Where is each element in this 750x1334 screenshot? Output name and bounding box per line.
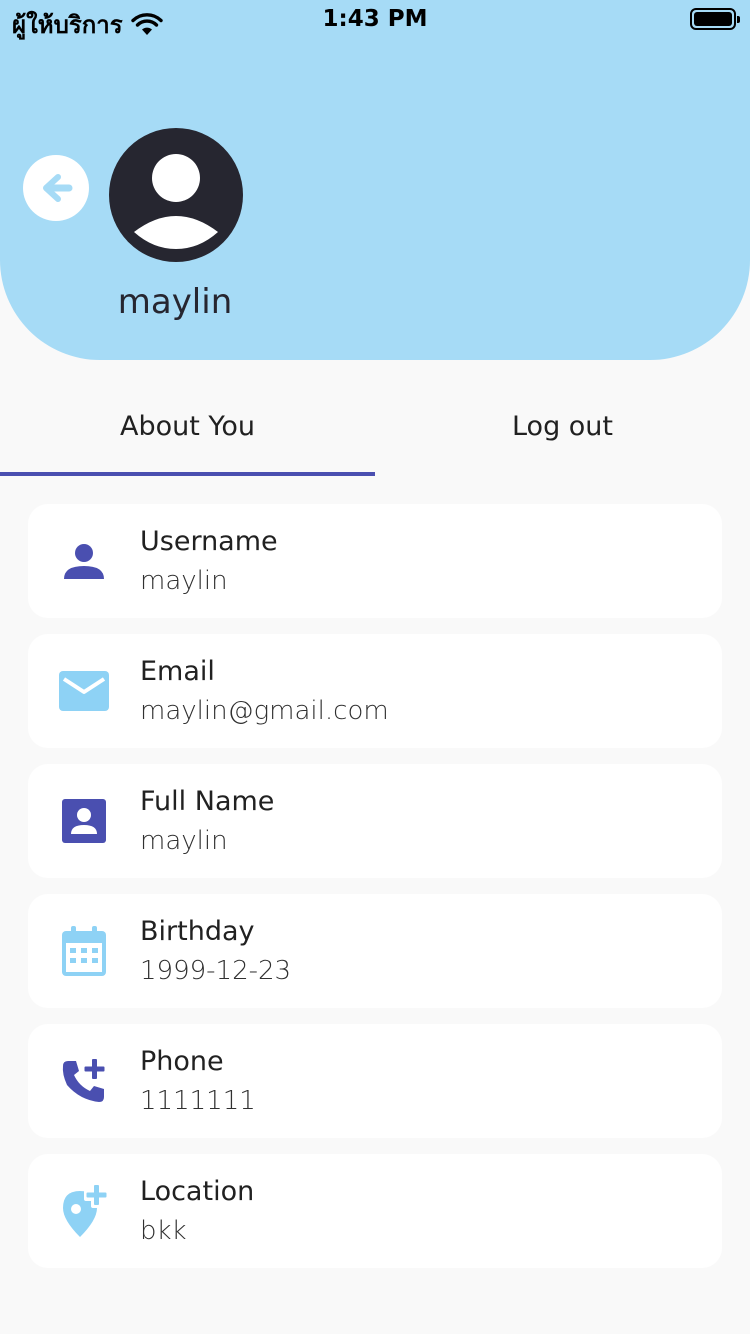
field-value: bkk bbox=[140, 1216, 187, 1246]
tab-bar: About You Log out bbox=[0, 380, 750, 476]
field-value: 1999-12-23 bbox=[140, 956, 292, 986]
card-icon-wrap bbox=[28, 764, 140, 878]
arrow-back-icon bbox=[43, 174, 73, 202]
battery-tip bbox=[737, 16, 740, 23]
card-icon-wrap bbox=[28, 504, 140, 618]
field-card-full-name: Full Name maylin bbox=[28, 764, 722, 878]
status-bar: ผู้ให้บริการ 1:43 PM bbox=[0, 0, 750, 40]
calendar-icon bbox=[62, 926, 106, 976]
active-tab-indicator bbox=[0, 472, 375, 476]
battery-fill bbox=[694, 12, 732, 26]
card-icon-wrap bbox=[28, 894, 140, 1008]
field-value: maylin@gmail.com bbox=[140, 696, 389, 726]
field-value: maylin bbox=[140, 566, 228, 596]
tab-log-out[interactable]: Log out bbox=[375, 380, 750, 476]
mail-icon bbox=[59, 671, 109, 711]
field-label: Birthday bbox=[140, 916, 255, 947]
field-value: maylin bbox=[140, 826, 228, 856]
battery-icon bbox=[690, 8, 740, 30]
profile-name: maylin bbox=[117, 282, 233, 322]
card-icon-wrap bbox=[28, 1024, 140, 1138]
field-card-phone: Phone 1111111 bbox=[28, 1024, 722, 1138]
field-label: Full Name bbox=[140, 786, 275, 817]
add-call-icon bbox=[62, 1059, 105, 1102]
status-time: 1:43 PM bbox=[322, 6, 428, 32]
person-icon bbox=[64, 544, 104, 579]
field-label: Location bbox=[140, 1176, 255, 1207]
field-label: Username bbox=[140, 526, 278, 557]
tab-about-you[interactable]: About You bbox=[0, 380, 375, 476]
back-button[interactable] bbox=[23, 155, 89, 221]
card-icon-wrap bbox=[28, 1154, 140, 1268]
field-card-email: Email maylin@gmail.com bbox=[28, 634, 722, 748]
profile-fields-list: Username maylin Email maylin@gmail.com F… bbox=[28, 504, 722, 1284]
field-label: Email bbox=[140, 656, 215, 687]
contact-card-icon bbox=[62, 799, 106, 843]
field-card-location: Location bkk bbox=[28, 1154, 722, 1268]
field-card-birthday: Birthday 1999-12-23 bbox=[28, 894, 722, 1008]
field-value: 1111111 bbox=[140, 1086, 256, 1116]
add-location-icon bbox=[63, 1183, 109, 1237]
field-label: Phone bbox=[140, 1046, 224, 1077]
card-icon-wrap bbox=[28, 634, 140, 748]
field-card-username: Username maylin bbox=[28, 504, 722, 618]
account-circle-icon bbox=[109, 128, 243, 262]
